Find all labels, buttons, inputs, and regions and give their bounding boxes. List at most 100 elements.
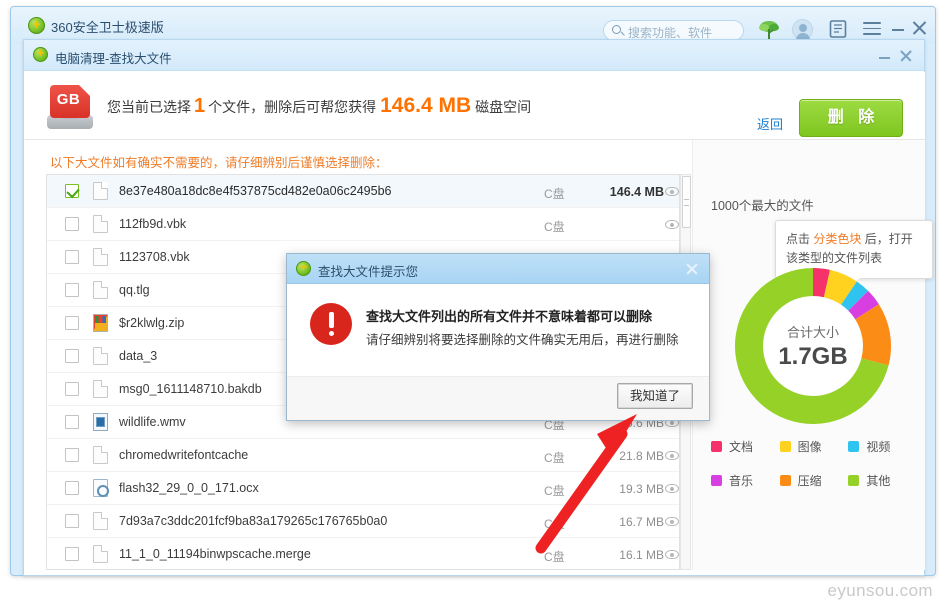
dialog-message: 请仔细辨别将要选择删除的文件确实无用后，再进行删除 [366,333,679,347]
file-name: qq.tlg [119,283,150,297]
inner-titlebar: 电脑清理-查找大文件 [24,40,924,71]
file-name: 8e37e480a18dc8e4f537875cd482e0a06c2495b6 [119,184,392,198]
file-type-icon [93,182,108,200]
legend-swatch [848,441,860,452]
legend-swatch [848,475,860,486]
dialog-body: 查找大文件列出的所有文件并不意味着都可以删除 请仔细辨别将要选择删除的文件确实无… [287,284,709,378]
category-donut-chart[interactable]: 合计大小 1.7GB [733,266,893,426]
summary-text: 您当前已选择 1 个文件，删除后可帮您获得 146.4 MB 磁盘空间 [107,94,531,118]
dialog-footer: 我知道了 [287,376,709,420]
legend-item-文档[interactable]: 文档 [711,438,780,455]
donut-label: 合计大小 [786,324,839,340]
row-checkbox[interactable] [65,283,79,297]
file-name: 112fb9d.vbk [119,217,187,231]
file-size: 16.1 MB [619,548,664,562]
inner-minimize-button[interactable] [878,50,892,62]
minimize-button[interactable] [889,19,907,37]
row-checkbox[interactable] [65,382,79,396]
table-row[interactable]: 11_1_0_11194binwpscache.merge C盘 16.1 MB [47,538,679,569]
file-drive: C盘 [544,484,565,498]
dialog-close-button[interactable] [684,261,700,277]
table-row[interactable]: 8e37e480a18dc8e4f537875cd482e0a06c2495b6… [47,175,679,208]
delete-button[interactable]: 删 除 [799,99,903,137]
dialog-titlebar: 查找大文件提示您 [287,254,709,284]
back-link[interactable]: 返回 [757,114,783,133]
file-type-icon [93,215,108,233]
row-checkbox[interactable] [65,316,79,330]
legend-item-视频[interactable]: 视频 [848,438,917,455]
chart-legend: 文档 图像 视频音乐 压缩 其他 [711,438,917,489]
file-type-icon [93,314,108,332]
tree-icon[interactable] [758,19,780,41]
app-title: 360安全卫士极速版 [51,20,164,35]
donut-total-size: 1.7GB [778,342,848,370]
file-type-icon [93,380,108,398]
file-type-icon [93,248,108,266]
file-name: flash32_29_0_0_171.ocx [119,481,259,495]
360-shield-icon [33,45,48,62]
file-size: 146.4 MB [609,185,664,199]
dialog-heading: 查找大文件列出的所有文件并不意味着都可以删除 [366,309,653,324]
table-row[interactable]: 7d93a7c3ddc201fcf9ba83a179265c176765b0a0… [47,505,679,538]
row-checkbox[interactable] [65,217,79,231]
eye-preview-icon[interactable] [665,451,679,460]
file-type-icon [93,281,108,299]
dialog-title: 查找大文件提示您 [318,265,419,279]
table-row[interactable]: 112fb9d.vbk C盘 [47,208,679,241]
file-name: $r2klwlg.zip [119,316,185,330]
legend-swatch [711,441,722,452]
360-shield-icon [296,259,311,276]
row-checkbox[interactable] [65,448,79,462]
file-type-icon [93,347,108,365]
avatar[interactable] [792,19,813,41]
screenshot-root: 360安全卫士极速版 搜索功能、软件 [0,0,946,604]
file-drive: C盘 [544,187,565,201]
gb-icon-label: GB [56,91,81,108]
legend-item-音乐[interactable]: 音乐 [711,472,780,489]
inner-window-title: 电脑清理-查找大文件 [55,52,172,66]
table-row[interactable]: flash32_29_0_0_171.ocx C盘 19.3 MB [47,472,679,505]
row-checkbox[interactable] [65,415,79,429]
dialog-ok-button[interactable]: 我知道了 [617,383,693,409]
scrollbar-thumb[interactable] [682,176,691,228]
clean-large-files-window: 电脑清理-查找大文件 GB 您当前已选择1个文件，删除后可帮您获得146.4 M… [23,39,933,576]
eye-preview-icon[interactable] [665,517,679,526]
file-drive: C盘 [544,220,565,234]
row-checkbox[interactable] [65,184,79,198]
table-row[interactable]: chromedwritefontcache C盘 21.8 MB [47,439,679,472]
summary-prefix: 您当前已选择 [107,99,191,115]
notepad-icon[interactable] [829,19,847,39]
hamburger-menu-icon[interactable] [863,22,881,36]
eye-preview-icon[interactable] [665,220,679,229]
row-checkbox[interactable] [65,250,79,264]
row-checkbox[interactable] [65,349,79,363]
row-checkbox[interactable] [65,547,79,561]
file-size: 16.7 MB [619,515,664,529]
inner-close-button[interactable] [898,48,914,64]
legend-item-压缩[interactable]: 压缩 [779,472,849,489]
legend-label: 图像 [797,440,822,454]
row-checkbox[interactable] [65,481,79,495]
eye-preview-icon[interactable] [665,187,679,196]
eye-preview-icon[interactable] [665,484,679,493]
file-drive: C盘 [544,451,565,465]
file-name: 1123708.vbk [119,250,190,264]
file-name: 7d93a7c3ddc201fcf9ba83a179265c176765b0a0 [119,514,388,528]
notice-text: 以下大文件如有确实不需要的，请仔细辨别后谨慎选择删除： [50,156,388,170]
row-checkbox[interactable] [65,514,79,528]
selected-file-count: 1 [194,95,206,117]
file-type-icon [93,512,108,530]
chart-title: 1000个最大的文件 [711,199,814,213]
close-button[interactable] [909,18,929,38]
tooltip-before: 点击 [786,232,811,246]
legend-label: 音乐 [729,474,754,488]
file-type-icon [93,446,108,464]
360-shield-icon [28,15,45,34]
search-input[interactable]: 搜索功能、软件 [603,20,744,41]
warning-dialog: 查找大文件提示您 查找大文件列出的所有文件并不意味着都可以删除 请仔细辨别将要选… [286,253,710,421]
legend-item-图像[interactable]: 图像 [779,438,849,455]
file-name: wildlife.wmv [119,415,186,429]
legend-item-其他[interactable]: 其他 [848,472,917,489]
eye-preview-icon[interactable] [665,550,679,559]
exclamation-icon [310,303,352,345]
